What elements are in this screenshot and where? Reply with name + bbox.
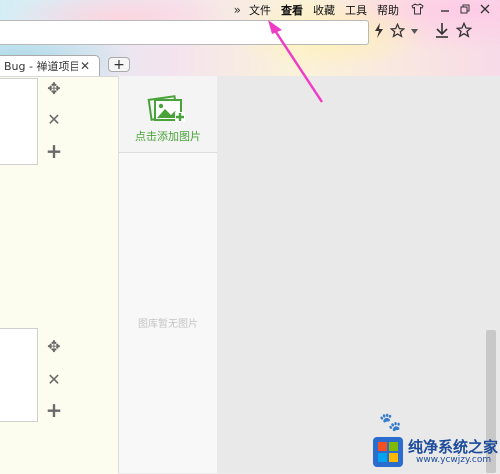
- menu-view[interactable]: 查看: [281, 2, 303, 18]
- menu-help[interactable]: 帮助: [377, 2, 399, 18]
- paw-icon: 🐾: [379, 412, 402, 433]
- image-library-panel: 点击添加图片 图库暂无图片: [118, 76, 218, 473]
- add-image-icon: [147, 95, 185, 122]
- new-tab-button[interactable]: +: [108, 57, 130, 72]
- add-image-label: 点击添加图片: [135, 130, 201, 143]
- restore-icon[interactable]: [460, 3, 470, 17]
- tab-close-icon[interactable]: ✕: [80, 59, 90, 73]
- move-icon[interactable]: ✥: [45, 79, 63, 98]
- add-image-button[interactable]: 点击添加图片: [119, 76, 217, 153]
- favorites-star-icon[interactable]: [455, 21, 473, 42]
- address-toolbar: [374, 21, 478, 42]
- tab-bug-zentao[interactable]: Bug - 禅道项目 ✕: [0, 55, 100, 76]
- delete-icon[interactable]: ✕: [45, 110, 63, 129]
- menu-tools[interactable]: 工具: [345, 2, 367, 18]
- delete-icon[interactable]: ✕: [45, 370, 63, 389]
- menu-file[interactable]: 文件: [249, 2, 271, 18]
- lightning-icon[interactable]: [374, 22, 384, 42]
- menu-favorites[interactable]: 收藏: [313, 2, 335, 18]
- empty-gallery-text: 图库暂无图片: [138, 319, 198, 330]
- add-icon[interactable]: +: [45, 398, 63, 422]
- menu-overflow-icon[interactable]: »: [234, 3, 241, 17]
- windows-logo-icon: [373, 437, 403, 467]
- content-block[interactable]: [0, 78, 38, 165]
- skin-icon[interactable]: [411, 2, 424, 18]
- menu-bar: » 文件 查看 收藏 工具 帮助: [234, 2, 500, 18]
- content-block[interactable]: [0, 328, 38, 422]
- editor-area: ✥ ✕ + ✥ ✕ +: [0, 76, 118, 474]
- download-icon[interactable]: [434, 22, 450, 42]
- address-bar[interactable]: [0, 20, 369, 45]
- close-window-icon[interactable]: [480, 3, 490, 17]
- watermark-url: www.ycwjzy.com: [416, 455, 492, 465]
- move-icon[interactable]: ✥: [45, 337, 63, 356]
- canvas-area: [217, 76, 500, 473]
- tab-title: Bug - 禅道项目: [4, 60, 78, 73]
- watermark-title: 纯净系统之家: [408, 438, 499, 456]
- star-icon[interactable]: [389, 22, 406, 42]
- minimize-icon[interactable]: [440, 3, 450, 17]
- watermark: 纯净系统之家 www.ycwjzy.com: [372, 434, 500, 470]
- caret-down-icon[interactable]: [411, 27, 418, 37]
- add-icon[interactable]: +: [45, 139, 63, 163]
